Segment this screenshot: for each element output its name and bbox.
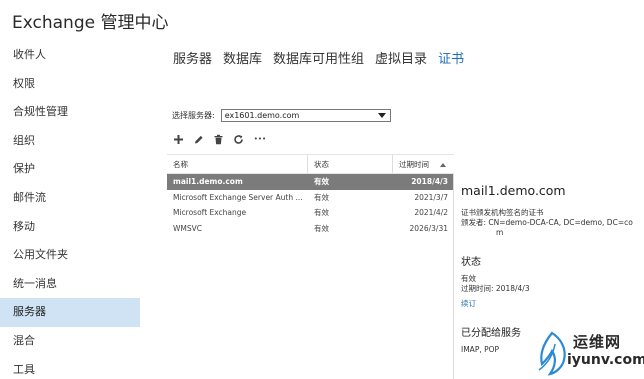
- add-icon[interactable]: [172, 133, 184, 145]
- sidebar-item-servers[interactable]: 服务器: [0, 298, 140, 327]
- cell-name: WMSVC: [173, 223, 203, 233]
- renew-link[interactable]: 续订: [461, 299, 641, 309]
- sidebar-item-unified-messaging[interactable]: 统一消息: [0, 270, 140, 299]
- column-header-expiry[interactable]: 过期时间: [393, 155, 454, 173]
- sidebar-item-mail-flow[interactable]: 邮件流: [0, 184, 140, 213]
- app-title: Exchange 管理中心: [12, 13, 169, 33]
- chevron-down-icon: [377, 113, 386, 118]
- watermark-logo-icon: [538, 331, 566, 376]
- watermark: 运维网 iyunv.com: [530, 327, 644, 379]
- cell-name: mail1.demo.com: [173, 177, 243, 186]
- details-title: mail1.demo.com: [461, 183, 566, 198]
- column-header-expiry-label: 过期时间: [399, 160, 429, 169]
- server-select-value: ex1601.demo.com: [224, 111, 300, 120]
- table-row[interactable]: WMSVC 有效 2026/3/31: [167, 221, 454, 237]
- tab-servers[interactable]: 服务器: [173, 48, 212, 67]
- details-divider: [453, 174, 454, 379]
- sidebar-item-mobile[interactable]: 移动: [0, 213, 140, 242]
- cell-name: Microsoft Exchange: [173, 208, 247, 217]
- details-status-heading: 状态: [461, 257, 481, 268]
- certificate-table: 名称 状态 过期时间 mail1.demo.com 有效 2018/4/3 Mi…: [167, 154, 454, 236]
- server-select[interactable]: ex1601.demo.com: [220, 109, 391, 122]
- sidebar-item-recipients[interactable]: 收件人: [0, 41, 140, 70]
- tab-dag[interactable]: 数据库可用性组: [273, 48, 364, 67]
- details-status-value: 有效: [461, 274, 476, 283]
- watermark-name: 运维网: [573, 333, 622, 351]
- cell-expiry: 2021/4/2: [414, 208, 448, 217]
- cell-expiry: 2026/3/31: [409, 223, 448, 233]
- more-icon[interactable]: •••: [252, 133, 268, 145]
- table-row[interactable]: Microsoft Exchange Server Auth ... 有效 20…: [167, 190, 454, 206]
- sidebar-item-organization[interactable]: 组织: [0, 127, 140, 156]
- details-issuer-continued: m: [496, 228, 504, 237]
- sidebar-item-compliance[interactable]: 合规性管理: [0, 98, 140, 127]
- delete-icon[interactable]: [212, 133, 224, 145]
- cell-status: 有效: [314, 208, 329, 217]
- column-header-status[interactable]: 状态: [308, 155, 393, 173]
- sidebar-nav: 收件人 权限 合规性管理 组织 保护 邮件流 移动 公用文件夹 统一消息 服务器…: [0, 41, 140, 379]
- sidebar-item-permissions[interactable]: 权限: [0, 70, 140, 99]
- details-issuer-heading: 证书颁发机构签名的证书: [461, 208, 544, 217]
- watermark-url: iyunv.com: [567, 352, 644, 368]
- sort-ascending-icon: [440, 163, 446, 167]
- cell-expiry: 2021/3/7: [414, 192, 448, 202]
- tab-certificates[interactable]: 证书: [438, 48, 464, 67]
- details-issuer: 颁发者: CN=demo-DCA-CA, DC=demo, DC=co: [461, 218, 633, 227]
- top-bar: Exchange 管理中心: [0, 0, 644, 33]
- server-select-row: 选择服务器: ex1601.demo.com: [172, 109, 391, 122]
- table-row[interactable]: mail1.demo.com 有效 2018/4/3: [167, 174, 454, 190]
- cell-name: Microsoft Exchange Server Auth ...: [173, 192, 303, 202]
- toolbar: •••: [172, 133, 268, 145]
- sidebar-item-protection[interactable]: 保护: [0, 155, 140, 184]
- server-select-label: 选择服务器:: [172, 111, 215, 120]
- table-header: 名称 状态 过期时间: [167, 154, 454, 174]
- column-header-name[interactable]: 名称: [167, 155, 308, 173]
- cell-status: 有效: [314, 192, 329, 202]
- tab-databases[interactable]: 数据库: [223, 48, 262, 67]
- edit-icon[interactable]: [192, 133, 204, 145]
- table-row[interactable]: Microsoft Exchange 有效 2021/4/2: [167, 205, 454, 221]
- sidebar-item-tools[interactable]: 工具: [0, 356, 140, 379]
- sidebar-item-hybrid[interactable]: 混合: [0, 327, 140, 356]
- cell-status: 有效: [314, 223, 329, 233]
- cell-expiry: 2018/4/3: [411, 177, 448, 186]
- tab-virtual-directories[interactable]: 虚拟目录: [375, 48, 427, 67]
- cell-status: 有效: [314, 177, 329, 186]
- tab-bar: 服务器 数据库 数据库可用性组 虚拟目录 证书: [173, 48, 464, 67]
- refresh-icon[interactable]: [232, 133, 244, 145]
- sidebar-item-public-folders[interactable]: 公用文件夹: [0, 241, 140, 270]
- details-expiry: 过期时间: 2018/4/3: [461, 284, 530, 293]
